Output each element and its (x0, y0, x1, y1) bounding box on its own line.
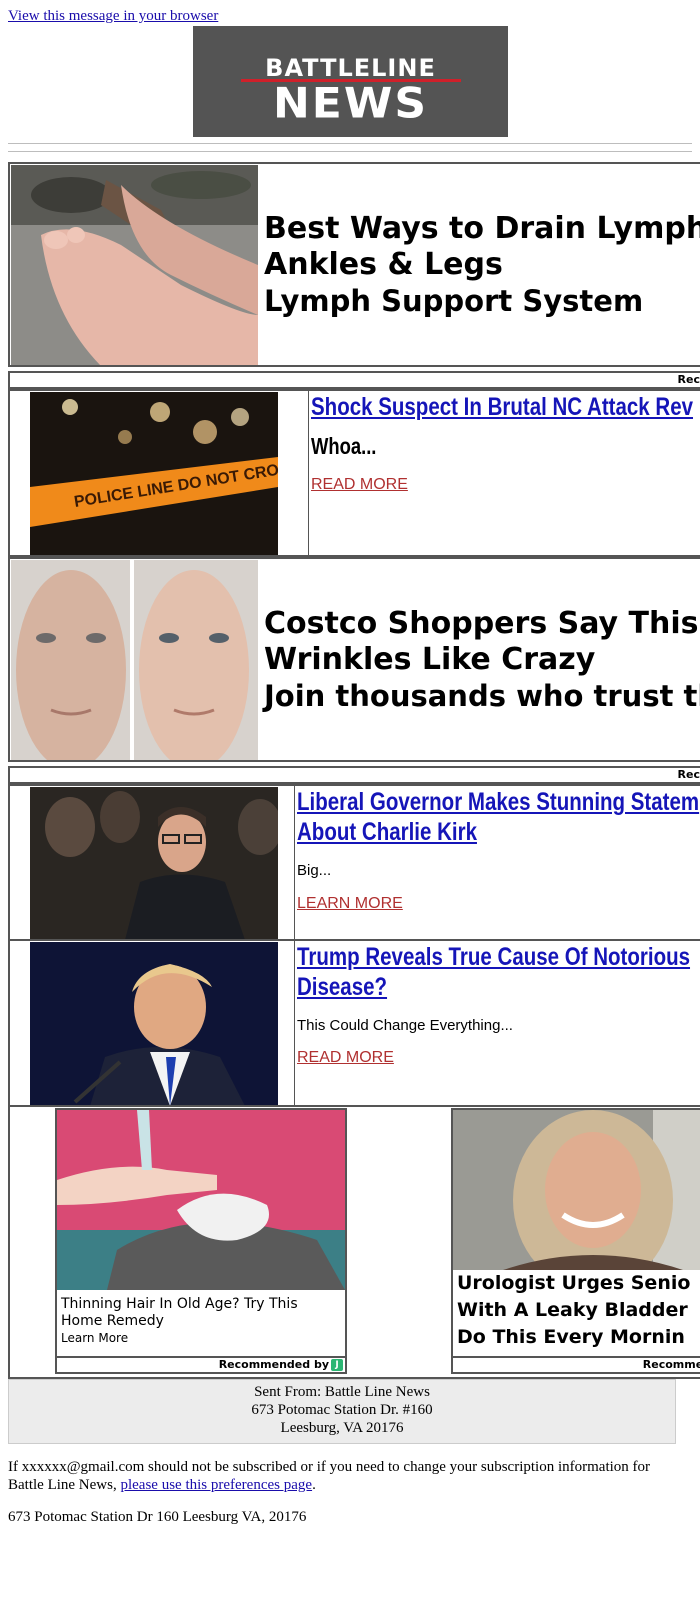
story-governor-title-2[interactable]: About Charlie Kirk (297, 817, 477, 847)
read-more-link-2[interactable]: READ MORE (297, 1049, 394, 1067)
story-nc-attack-title[interactable]: Shock Suspect In Brutal NC Attack Rev (311, 392, 693, 422)
sender-city: Leesburg, VA 20176 (280, 1420, 404, 1436)
preferences-link[interactable]: please use this preferences page (120, 1477, 312, 1493)
costco-ad-text: Costco Shoppers Say This Re Wrinkles Lik… (264, 559, 700, 760)
lymph-ad-headline-1: Best Ways to Drain Lymph Flu (264, 210, 700, 246)
story-trump[interactable]: Trump Reveals True Cause Of Notorious Di… (8, 939, 700, 1107)
story-trump-teaser: This Could Change Everything... (297, 1017, 513, 1034)
costco-ad-subline: Join thousands who trust this c (264, 678, 700, 713)
governor-crowd-image (30, 787, 278, 939)
smiling-woman-image (453, 1110, 700, 1270)
story-trump-title-2[interactable]: Disease? (297, 972, 387, 1002)
battleline-news-logo[interactable]: BATTLELINE NEWS (193, 26, 508, 137)
unsubscribe-notice: If xxxxxx@gmail.com should not be subscr… (8, 1458, 680, 1494)
view-in-browser-link[interactable]: View this message in your browser (8, 8, 218, 25)
story-trump-title-1[interactable]: Trump Reveals True Cause Of Notorious (297, 942, 690, 972)
costco-wrinkle-ad[interactable]: Costco Shoppers Say This Re Wrinkles Lik… (8, 557, 700, 762)
postal-address: 673 Potomac Station Dr 160 Leesburg VA, … (8, 1509, 307, 1525)
sender-name: Sent From: Battle Line News (254, 1384, 430, 1400)
sender-info-box: Sent From: Battle Line News 673 Potomac … (8, 1379, 676, 1444)
swollen-feet-image (11, 165, 258, 365)
urologist-caption-line-3: Do This Every Mornin (457, 1326, 685, 1348)
hair-remedy-image (57, 1110, 345, 1290)
before-after-faces-image (11, 560, 258, 760)
urologist-caption: Urologist Urges Senio With A Leaky Bladd… (457, 1270, 700, 1351)
lymph-ad-subline: Lymph Support System (264, 283, 644, 318)
header-divider-2 (8, 151, 692, 152)
logo-text-top: BATTLELINE (265, 54, 436, 82)
story-divider (294, 786, 295, 939)
story-divider (308, 391, 309, 555)
hair-remedy-caption: Thinning Hair In Old Age? Try This Home … (61, 1296, 343, 1347)
recommended-bar-2: Rec (8, 766, 700, 784)
recommended-bar-1: Rec (8, 371, 700, 389)
story-nc-attack-teaser: Whoa... (311, 433, 377, 459)
police-tape-image: POLICE LINE DO NOT CROSS (30, 392, 278, 555)
unsubscribe-text: If xxxxxx@gmail.com should not be subscr… (8, 1459, 651, 1493)
recommended-label: Rec (677, 768, 700, 781)
recommended-by-label: Recommended by (218, 1358, 329, 1371)
header-divider-1 (8, 143, 692, 144)
sender-street: 673 Potomac Station Dr. #160 (251, 1402, 433, 1418)
hair-remedy-title: Thinning Hair In Old Age? Try This Home … (61, 1296, 298, 1329)
unsubscribe-period: . (312, 1477, 316, 1493)
story-governor[interactable]: Liberal Governor Makes Stunning Statem A… (8, 784, 700, 941)
logo-text-bottom: NEWS (272, 79, 429, 128)
hair-remedy-learn-more[interactable]: Learn More (61, 1331, 128, 1345)
trump-speaking-image (30, 942, 278, 1105)
story-nc-attack[interactable]: POLICE LINE DO NOT CROSS Shock Suspect I… (8, 389, 700, 557)
lymph-ad-headline-2: Ankles & Legs (264, 246, 503, 282)
read-more-link-1[interactable]: READ MORE (311, 476, 408, 494)
urologist-ad[interactable]: Urologist Urges Senio With A Leaky Bladd… (451, 1108, 700, 1358)
recommended-by-label: Recommen (642, 1358, 700, 1371)
story-governor-title-1[interactable]: Liberal Governor Makes Stunning Statem (297, 787, 699, 817)
recommender-logo-icon: J (331, 1359, 343, 1371)
recommended-label: Rec (677, 373, 700, 386)
lymph-ad-text: Best Ways to Drain Lymph Flu Ankles & Le… (264, 164, 700, 365)
costco-ad-headline-2: Wrinkles Like Crazy (264, 641, 596, 677)
learn-more-link[interactable]: LEARN MORE (297, 895, 403, 913)
story-divider (294, 941, 295, 1105)
hair-remedy-ad[interactable]: Thinning Hair In Old Age? Try This Home … (55, 1108, 347, 1358)
lymph-ad[interactable]: Best Ways to Drain Lymph Flu Ankles & Le… (8, 162, 700, 367)
story-governor-teaser: Big... (297, 862, 332, 879)
urologist-caption-line-2: With A Leaky Bladder (457, 1299, 688, 1321)
recommended-by-left[interactable]: Recommended by J (55, 1356, 347, 1374)
urologist-caption-line-1: Urologist Urges Senio (457, 1272, 691, 1294)
recommended-grid: Thinning Hair In Old Age? Try This Home … (8, 1105, 700, 1379)
recommended-by-right[interactable]: Recommen (451, 1356, 700, 1374)
costco-ad-headline-1: Costco Shoppers Say This Re (264, 605, 700, 641)
